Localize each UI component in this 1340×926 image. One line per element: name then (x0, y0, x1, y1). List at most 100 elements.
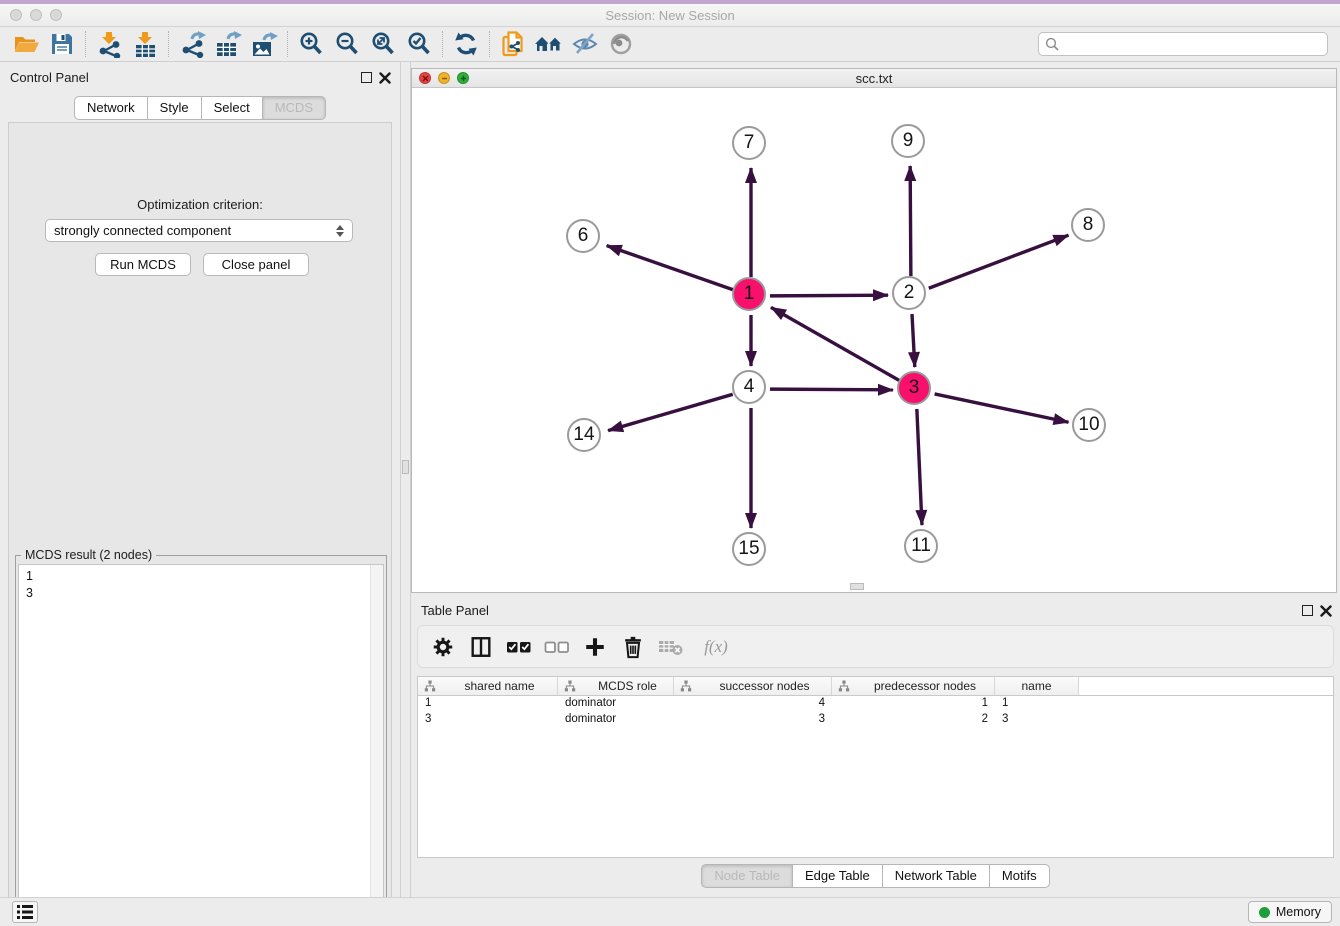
graph-edge-4-3[interactable] (770, 389, 893, 390)
show-all-button[interactable] (603, 29, 639, 59)
deselect-all-rows-button[interactable] (542, 632, 572, 662)
graph-edge-3-1[interactable] (771, 307, 900, 380)
tab-select[interactable]: Select (202, 96, 263, 120)
graph-edge-4-14[interactable] (608, 394, 733, 430)
function-builder-button[interactable]: f(x) (694, 632, 738, 662)
export-image-button[interactable] (246, 29, 282, 59)
graph-edge-2-9[interactable] (910, 166, 911, 276)
attribute-type-icon (838, 680, 850, 692)
select-all-rows-button[interactable] (504, 632, 534, 662)
graph-node-2[interactable]: 2 (892, 276, 926, 310)
task-history-button[interactable] (12, 901, 38, 923)
search-input[interactable] (1060, 37, 1321, 52)
save-session-button[interactable] (44, 29, 80, 59)
graph-node-11[interactable]: 11 (904, 529, 938, 563)
canvas-splitter-grip[interactable] (850, 583, 864, 590)
optimization-criterion-select[interactable]: strongly connected component (45, 219, 353, 242)
graph-edge-3-11[interactable] (917, 409, 922, 525)
close-table-panel-button[interactable] (1320, 605, 1332, 617)
tab-style[interactable]: Style (148, 96, 202, 120)
zoom-fit-button[interactable] (365, 29, 401, 59)
export-network-button[interactable] (174, 29, 210, 59)
run-mcds-button[interactable]: Run MCDS (95, 253, 191, 276)
float-table-panel-button[interactable] (1302, 605, 1313, 616)
graph-node-14[interactable]: 14 (567, 418, 601, 452)
zoom-selected-icon (406, 31, 432, 57)
graph-node-4[interactable]: 4 (732, 370, 766, 404)
tab-edge-table[interactable]: Edge Table (793, 864, 883, 888)
tab-network-table[interactable]: Network Table (883, 864, 990, 888)
graph-edge-3-10[interactable] (935, 394, 1069, 422)
cell-successor-nodes[interactable]: 3 (674, 712, 832, 728)
close-panel-icon-button[interactable] (379, 72, 391, 84)
cell-shared-name[interactable]: 1 (418, 696, 558, 712)
table-row[interactable]: 1dominator411 (418, 696, 1333, 712)
open-session-button[interactable] (8, 29, 44, 59)
zoom-out-button[interactable] (329, 29, 365, 59)
graph-edge-1-2[interactable] (770, 295, 888, 296)
tab-node-table[interactable]: Node Table (701, 864, 793, 888)
clone-network-button[interactable] (495, 29, 531, 59)
graph-node-15[interactable]: 15 (732, 532, 766, 566)
graph-node-3[interactable]: 3 (897, 371, 931, 405)
destroy-column-button[interactable] (656, 632, 686, 662)
graph-edge-2-8[interactable] (929, 235, 1069, 288)
import-network-button[interactable] (91, 29, 127, 59)
delete-column-button[interactable] (618, 632, 648, 662)
table-row[interactable]: 3dominator323 (418, 712, 1333, 728)
graph-node-7[interactable]: 7 (732, 126, 766, 160)
zoom-in-button[interactable] (293, 29, 329, 59)
import-table-icon (132, 31, 159, 58)
open-folder-icon (13, 31, 40, 57)
tab-network[interactable]: Network (74, 96, 148, 120)
graph-node-9[interactable]: 9 (891, 124, 925, 158)
cell-MCDS-role[interactable]: dominator (558, 712, 674, 728)
cell-name[interactable]: 1 (995, 696, 1079, 712)
graph-node-1[interactable]: 1 (732, 277, 766, 311)
cell-name[interactable]: 3 (995, 712, 1079, 728)
tab-motifs[interactable]: Motifs (990, 864, 1050, 888)
graph-node-6[interactable]: 6 (566, 219, 600, 253)
hide-selected-button[interactable] (567, 29, 603, 59)
apply-layout-button[interactable] (448, 29, 484, 59)
cell-MCDS-role[interactable]: dominator (558, 696, 674, 712)
graph-edge-1-6[interactable] (607, 246, 733, 290)
table-header-row: shared nameMCDS rolesuccessor nodesprede… (418, 677, 1333, 696)
cell-shared-name[interactable]: 3 (418, 712, 558, 728)
graph-node-10[interactable]: 10 (1072, 408, 1106, 442)
column-header-successor-nodes[interactable]: successor nodes (674, 677, 832, 695)
close-panel-button[interactable]: Close panel (203, 253, 309, 276)
column-header-name[interactable]: name (995, 677, 1079, 695)
network-canvas[interactable]: 7 9 6 8 1 2 4 3 14 10 15 11 (412, 88, 1336, 592)
tab-mcds[interactable]: MCDS (263, 96, 326, 120)
add-column-button[interactable] (580, 632, 610, 662)
column-header-shared-name[interactable]: shared name (418, 677, 558, 695)
cell-successor-nodes[interactable]: 4 (674, 696, 832, 712)
plus-icon (583, 635, 607, 659)
export-table-button[interactable] (210, 29, 246, 59)
table-panel-header: Table Panel (411, 601, 1340, 621)
memory-button[interactable]: Memory (1248, 901, 1332, 923)
float-panel-button[interactable] (361, 72, 372, 83)
panel-splitter[interactable] (400, 62, 411, 897)
mcds-home-button[interactable] (531, 29, 567, 59)
mcds-result-textarea[interactable]: 1 3 (18, 564, 384, 926)
import-table-button[interactable] (127, 29, 163, 59)
attribute-type-icon (564, 680, 576, 692)
table-settings-button[interactable] (428, 632, 458, 662)
result-scrollbar[interactable] (370, 565, 383, 926)
column-header-label: name (1021, 679, 1051, 693)
zoom-fit-icon (370, 31, 396, 57)
control-panel: Control Panel NetworkStyleSelectMCDS Opt… (0, 62, 400, 897)
column-header-predecessor-nodes[interactable]: predecessor nodes (832, 677, 995, 695)
table-body: 1dominator4113dominator323 (418, 696, 1333, 728)
cell-predecessor-nodes[interactable]: 1 (832, 696, 995, 712)
graph-node-8[interactable]: 8 (1071, 208, 1105, 242)
cell-predecessor-nodes[interactable]: 2 (832, 712, 995, 728)
column-selector-button[interactable] (466, 632, 496, 662)
splitter-grip[interactable] (402, 460, 409, 474)
zoom-selected-button[interactable] (401, 29, 437, 59)
graph-edge-2-3[interactable] (912, 314, 915, 367)
column-header-MCDS-role[interactable]: MCDS role (558, 677, 674, 695)
checked-boxes-icon (506, 635, 532, 659)
